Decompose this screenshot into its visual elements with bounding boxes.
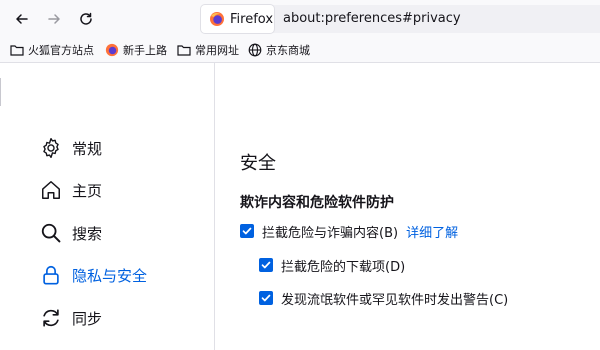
warn-unwanted-software-checkbox[interactable] <box>259 291 273 305</box>
sidebar-item-label: 搜索 <box>72 224 103 243</box>
sidebar-divider <box>214 63 215 350</box>
bookmark-label: 京东商城 <box>266 44 310 57</box>
firefox-icon <box>210 12 224 26</box>
option-label[interactable]: 拦截危险的下载项(D) <box>281 256 405 275</box>
arrow-right-icon <box>48 14 60 24</box>
folder-icon <box>10 45 24 56</box>
home-icon <box>40 179 62 201</box>
sidebar-item-label: 同步 <box>72 309 103 328</box>
bookmark-label: 新手上路 <box>123 44 167 57</box>
block-dangerous-downloads-option: 拦截危险的下载项(D) <box>259 255 405 275</box>
checkmark-icon <box>261 261 271 269</box>
identity-box[interactable]: Firefox <box>201 5 274 33</box>
sidebar-item-home[interactable]: 主页 <box>40 177 102 203</box>
option-label[interactable]: 拦截危险与诈骗内容(B) <box>262 222 398 241</box>
identity-label: Firefox <box>230 11 274 27</box>
lock-icon <box>40 264 62 286</box>
bookmark-label: 火狐官方站点 <box>28 44 94 57</box>
block-dangerous-content-option: 拦截危险与诈骗内容(B) 详细了解 <box>240 221 458 241</box>
sidebar-item-sync[interactable]: 同步 <box>40 305 102 331</box>
sync-icon <box>40 307 62 329</box>
folder-icon <box>177 45 191 56</box>
sidebar-edge-marker <box>0 78 5 106</box>
warn-unwanted-software-option: 发现流氓软件或罕见软件时发出警告(C) <box>259 288 508 308</box>
navigation-toolbar: Firefox about:preferences#privacy <box>0 0 600 38</box>
subsection-title: 欺诈内容和危险软件防护 <box>240 195 394 211</box>
sidebar-item-label: 隐私与安全 <box>72 266 148 285</box>
arrow-left-icon <box>16 14 28 24</box>
firefox-icon <box>105 43 119 57</box>
search-icon <box>40 222 62 244</box>
url-text[interactable]: about:preferences#privacy <box>283 11 461 26</box>
gear-icon <box>40 137 62 159</box>
forward-button[interactable] <box>41 6 67 32</box>
checkmark-icon <box>242 227 252 235</box>
checkmark-icon <box>261 294 271 302</box>
sidebar-item-label: 主页 <box>72 181 103 200</box>
globe-icon <box>248 43 262 57</box>
learn-more-link[interactable]: 详细了解 <box>406 222 458 241</box>
block-dangerous-content-checkbox[interactable] <box>240 224 254 238</box>
bookmark-label: 常用网址 <box>195 44 239 57</box>
sidebar-item-general[interactable]: 常规 <box>40 135 102 161</box>
sidebar-item-search[interactable]: 搜索 <box>40 220 102 246</box>
bookmark-item[interactable]: 火狐官方站点 <box>10 41 94 59</box>
sidebar-item-label: 常规 <box>72 139 103 158</box>
bookmark-item[interactable]: 京东商城 <box>248 41 310 59</box>
bookmarks-toolbar: 火狐官方站点 新手上路 常用网址 京东商城 <box>0 38 600 63</box>
reload-button[interactable] <box>73 6 99 32</box>
section-title: 安全 <box>240 153 276 174</box>
option-label[interactable]: 发现流氓软件或罕见软件时发出警告(C) <box>281 289 508 308</box>
reload-icon <box>80 12 92 25</box>
back-button[interactable] <box>9 6 35 32</box>
bookmark-item[interactable]: 常用网址 <box>177 41 239 59</box>
bookmark-item[interactable]: 新手上路 <box>105 41 167 59</box>
block-dangerous-downloads-checkbox[interactable] <box>259 258 273 272</box>
sidebar-item-privacy[interactable]: 隐私与安全 <box>40 262 147 288</box>
